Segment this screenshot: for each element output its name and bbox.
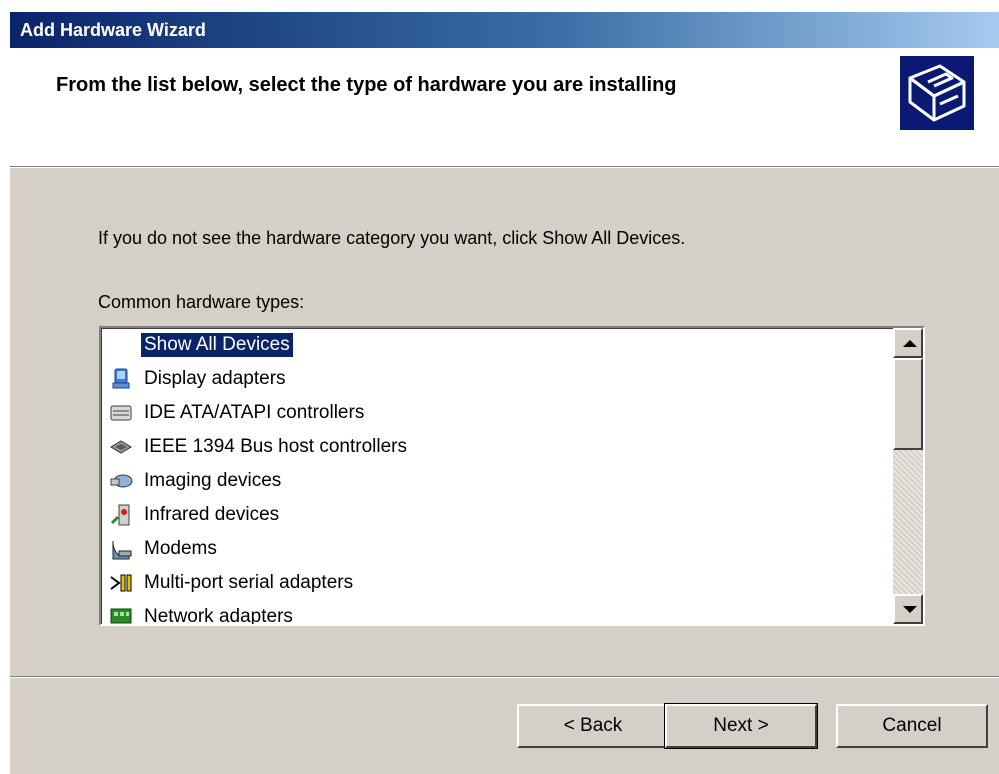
back-button[interactable]: < Back xyxy=(517,704,669,748)
list-item-label: Display adapters xyxy=(144,368,286,389)
imaging-device-icon xyxy=(109,469,137,493)
arrow-down-icon xyxy=(903,606,917,613)
list-item[interactable]: Imaging devices xyxy=(101,464,891,498)
instruction-text: If you do not see the hardware category … xyxy=(98,228,686,248)
page-heading: From the list below, select the type of … xyxy=(56,74,677,96)
list-item-label: Modems xyxy=(144,538,217,559)
list-item-label: Multi-port serial adapters xyxy=(144,572,354,593)
list-item[interactable]: Display adapters xyxy=(101,362,891,396)
cancel-button[interactable]: Cancel xyxy=(836,704,988,748)
list-item-label: IDE ATA/ATAPI controllers xyxy=(144,402,365,423)
hardware-types-list[interactable]: Show All Devices Display adapters IDE ATA/… xyxy=(99,326,925,626)
title-bar[interactable]: Add Hardware Wizard xyxy=(10,12,999,48)
list-item[interactable]: Show All Devices xyxy=(101,328,891,362)
add-hardware-wizard-window: Add Hardware Wizard From the list below,… xyxy=(10,12,999,774)
ide-controller-icon xyxy=(109,401,137,425)
list-item[interactable]: Multi-port serial adapters xyxy=(101,566,891,600)
scroll-up-button[interactable] xyxy=(893,328,923,358)
window-title: Add Hardware Wizard xyxy=(20,20,206,40)
infrared-device-icon xyxy=(109,503,137,527)
wizard-header: From the list below, select the type of … xyxy=(10,48,999,168)
serial-adapter-icon xyxy=(109,571,137,595)
vertical-scrollbar[interactable] xyxy=(893,328,923,624)
arrow-up-icon xyxy=(903,340,917,347)
network-adapter-icon xyxy=(109,605,137,624)
list-item-label: Show All Devices xyxy=(140,332,294,358)
scroll-down-button[interactable] xyxy=(893,594,923,624)
list-item[interactable]: Infrared devices xyxy=(101,498,891,532)
list-item[interactable]: IDE ATA/ATAPI controllers xyxy=(101,396,891,430)
list-item-label: IEEE 1394 Bus host controllers xyxy=(144,436,407,457)
list-item-label: Infrared devices xyxy=(144,504,280,525)
list-item-label: Imaging devices xyxy=(144,470,282,491)
list-item[interactable]: Modems xyxy=(101,532,891,566)
button-separator xyxy=(10,676,999,678)
scrollbar-thumb[interactable] xyxy=(893,358,923,450)
list-item[interactable]: IEEE 1394 Bus host controllers xyxy=(101,430,891,464)
blank-icon xyxy=(109,333,137,357)
hardware-types-label: Common hardware types: xyxy=(98,292,305,312)
next-button[interactable]: Next > xyxy=(664,703,818,749)
ieee1394-controller-icon xyxy=(109,435,137,459)
list-item[interactable]: Network adapters xyxy=(101,600,891,626)
list-items: Show All Devices Display adapters IDE ATA/… xyxy=(101,328,891,626)
modem-icon xyxy=(109,537,137,561)
hardware-wizard-icon xyxy=(900,56,974,130)
list-item-label: Network adapters xyxy=(144,606,293,626)
display-adapter-icon xyxy=(109,367,137,391)
